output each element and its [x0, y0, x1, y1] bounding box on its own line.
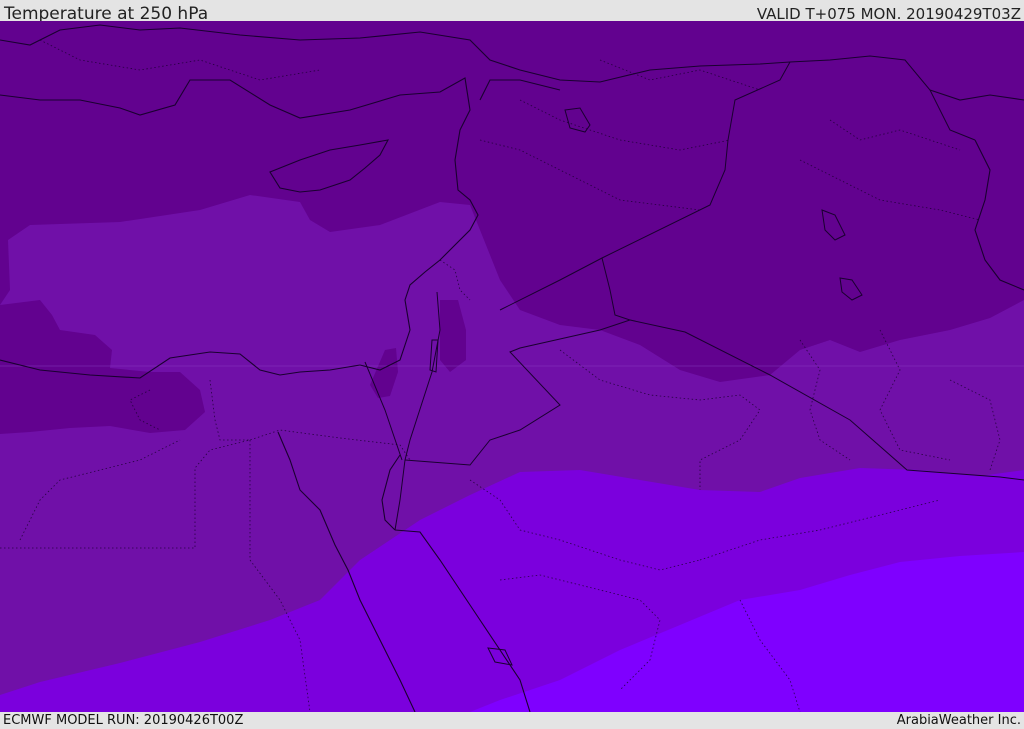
- weather-map[interactable]: [0, 21, 1024, 712]
- credit-text: ArabiaWeather Inc.: [896, 713, 1021, 728]
- model-run: ECMWF MODEL RUN: 20190426T00Z: [3, 713, 244, 728]
- footer-bar: ECMWF MODEL RUN: 20190426T00Z ArabiaWeat…: [0, 712, 1024, 729]
- header-bar: Temperature at 250 hPa VALID T+075 MON. …: [0, 0, 1024, 24]
- map-canvas: [0, 21, 1024, 712]
